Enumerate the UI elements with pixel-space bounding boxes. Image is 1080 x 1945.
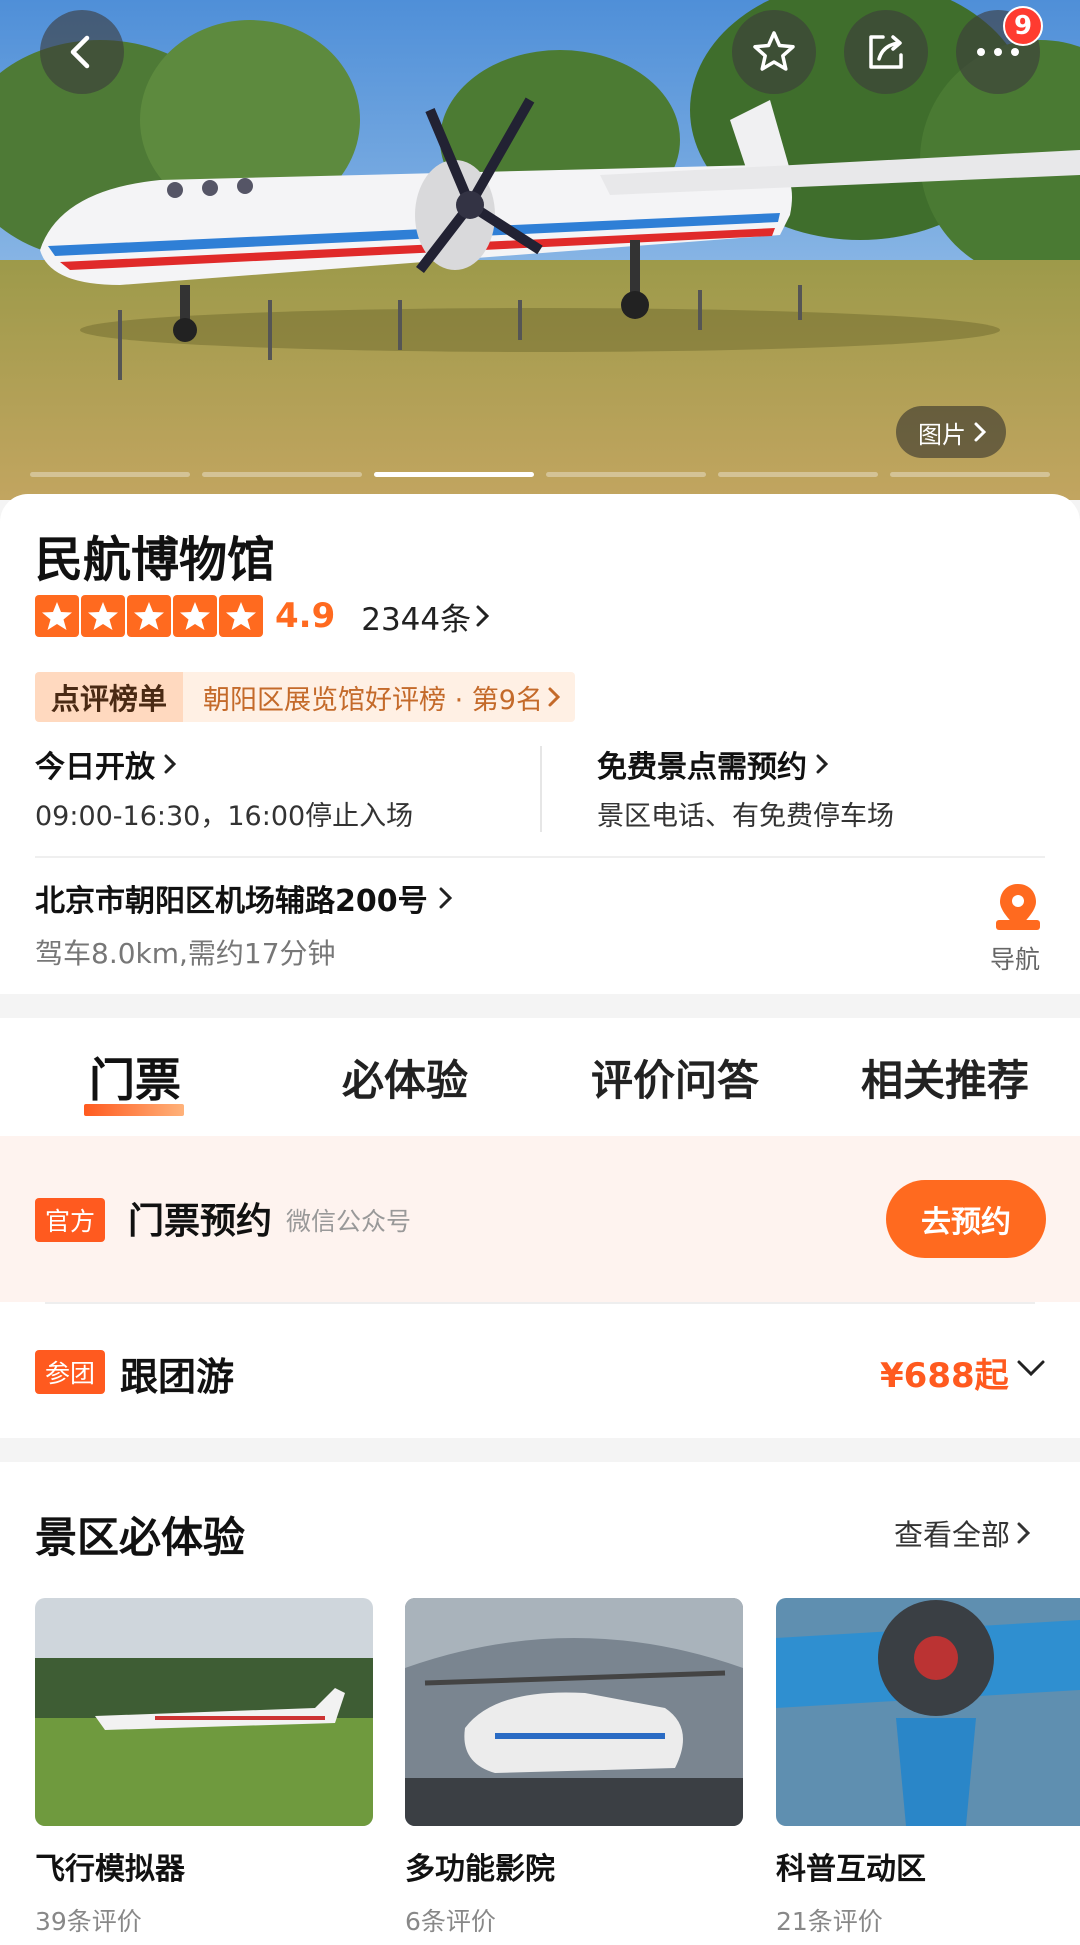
rating-row[interactable]: 4.9 2344条: [35, 592, 491, 640]
experience-name: 科普互动区: [776, 1852, 926, 1887]
chevron-right-icon: [816, 754, 829, 774]
experience-card[interactable]: 多功能影院 6条评价: [405, 1598, 743, 1938]
experience-name: 飞行模拟器: [35, 1852, 185, 1887]
review-count: 2344条: [361, 601, 472, 638]
group-tour-price: ¥688起: [880, 1356, 1009, 1396]
photos-label: 图片: [918, 420, 966, 449]
chevron-right-icon: [974, 422, 987, 442]
experience-image: [405, 1598, 743, 1826]
chevron-right-icon: [476, 605, 490, 627]
gallery-dot-active: [374, 472, 534, 477]
reservation-detail: 景区电话、有免费停车场: [597, 801, 894, 832]
group-tour-title: 跟团游: [120, 1355, 235, 1399]
experience-reviews: 21条评价: [776, 1907, 883, 1936]
see-all-label: 查看全部: [894, 1518, 1011, 1552]
review-count-link[interactable]: 2344条: [361, 594, 491, 639]
notification-badge: 9: [1003, 6, 1043, 46]
gallery-dot: [718, 472, 878, 477]
ranking-text: 朝阳区展览馆好评榜 · 第9名: [203, 684, 543, 716]
experience-reviews: 39条评价: [35, 1907, 142, 1936]
address-head: 北京市朝阳区机场辅路200号: [35, 878, 454, 919]
gallery-dot: [30, 472, 190, 477]
gallery-dot: [890, 472, 1050, 477]
photos-button[interactable]: 图片: [896, 406, 1006, 458]
favorite-button[interactable]: [732, 10, 816, 94]
rating-stars: [35, 595, 263, 637]
share-icon: [869, 35, 903, 69]
back-button[interactable]: [40, 10, 124, 94]
divider: [540, 746, 542, 832]
reservation-title: 免费景点需预约: [597, 750, 807, 785]
must-experience-section: 景区必体验 查看全部 飞行模拟器 39条评价 多功能影院 6条评价 科普互动区 …: [0, 1462, 1080, 1945]
navigation-button[interactable]: 导航: [990, 882, 1046, 976]
group-tag: 参团: [35, 1350, 106, 1394]
ranking-label: 点评榜单: [35, 672, 184, 722]
divider: [35, 856, 1045, 858]
chevron-right-icon: [548, 687, 561, 707]
more-icon: [977, 48, 1019, 56]
rating-score: 4.9: [275, 596, 336, 636]
page-title: 民航博物馆: [35, 532, 276, 588]
divider: [45, 1302, 1035, 1304]
experience-card[interactable]: 科普互动区 21条评价: [776, 1598, 1080, 1938]
reserve-button[interactable]: 去预约: [886, 1180, 1046, 1258]
address-text: 北京市朝阳区机场辅路200号: [35, 884, 428, 919]
reservation-head: 免费景点需预约: [597, 744, 894, 785]
chevron-down-icon[interactable]: [1016, 1358, 1046, 1378]
star-icon: [127, 595, 171, 637]
star-icon: [753, 31, 795, 71]
navigation-label: 导航: [989, 945, 1040, 974]
experience-card[interactable]: 飞行模拟器 39条评价: [35, 1598, 373, 1938]
section-tabs: 门票 必体验 评价问答 相关推荐: [0, 1018, 1080, 1136]
tab-label: 评价问答: [590, 1055, 759, 1105]
address-row[interactable]: 北京市朝阳区机场辅路200号 驾车8.0km,需约17分钟: [35, 878, 454, 972]
tab-must-experience[interactable]: 必体验: [270, 1018, 540, 1136]
ticket-title: 门票预约: [128, 1201, 273, 1242]
gallery-dot: [546, 472, 706, 477]
tab-label: 必体验: [341, 1055, 468, 1105]
ticket-reservation-row: 官方 门票预约 微信公众号 去预约: [0, 1136, 1080, 1302]
share-button[interactable]: [844, 10, 928, 94]
gallery-dot: [202, 472, 362, 477]
hero-gallery[interactable]: 9 图片: [0, 0, 1080, 500]
tab-recommendations[interactable]: 相关推荐: [810, 1018, 1080, 1136]
ticket-source: 微信公众号: [286, 1207, 412, 1236]
star-icon: [219, 595, 263, 637]
group-tour-row[interactable]: 参团 跟团游 ¥688起: [0, 1302, 1080, 1438]
star-icon: [81, 595, 125, 637]
drive-time: 驾车8.0km,需约17分钟: [35, 937, 336, 970]
experience-image: [35, 1598, 373, 1826]
map-pin-icon: [996, 884, 1040, 930]
star-icon: [35, 595, 79, 637]
opening-hours[interactable]: 今日开放 09:00-16:30，16:00停止入场: [35, 744, 413, 833]
opening-hours-head: 今日开放: [35, 744, 413, 785]
poi-info-card: 民航博物馆 4.9 2344条 点评榜单 朝阳区展览馆好评榜 · 第9名 今日开…: [0, 494, 1080, 994]
tab-label: 相关推荐: [860, 1055, 1029, 1105]
opening-hours-title: 今日开放: [35, 750, 155, 785]
star-icon: [173, 595, 217, 637]
tab-tickets[interactable]: 门票: [0, 1018, 270, 1136]
chevron-right-icon: [439, 887, 452, 909]
opening-hours-detail: 09:00-16:30，16:00停止入场: [35, 801, 414, 832]
chevron-right-icon: [164, 754, 177, 774]
experience-name: 多功能影院: [405, 1852, 555, 1887]
tab-reviews-qa[interactable]: 评价问答: [540, 1018, 810, 1136]
official-tag: 官方: [35, 1198, 106, 1242]
see-all-link[interactable]: 查看全部: [894, 1512, 1032, 1554]
experience-reviews: 6条评价: [405, 1907, 496, 1936]
experience-image: [776, 1598, 1080, 1826]
gallery-indicator: [30, 472, 1050, 477]
chevron-right-icon: [1017, 1522, 1031, 1544]
section-title: 景区必体验: [35, 1513, 246, 1562]
reservation-info[interactable]: 免费景点需预约 景区电话、有免费停车场: [597, 744, 894, 833]
chevron-left-icon: [70, 35, 90, 69]
ranking-text-wrap: 朝阳区展览馆好评榜 · 第9名: [183, 672, 575, 722]
tab-label: 门票: [89, 1053, 181, 1107]
ranking-banner[interactable]: 点评榜单 朝阳区展览馆好评榜 · 第9名: [35, 672, 575, 722]
